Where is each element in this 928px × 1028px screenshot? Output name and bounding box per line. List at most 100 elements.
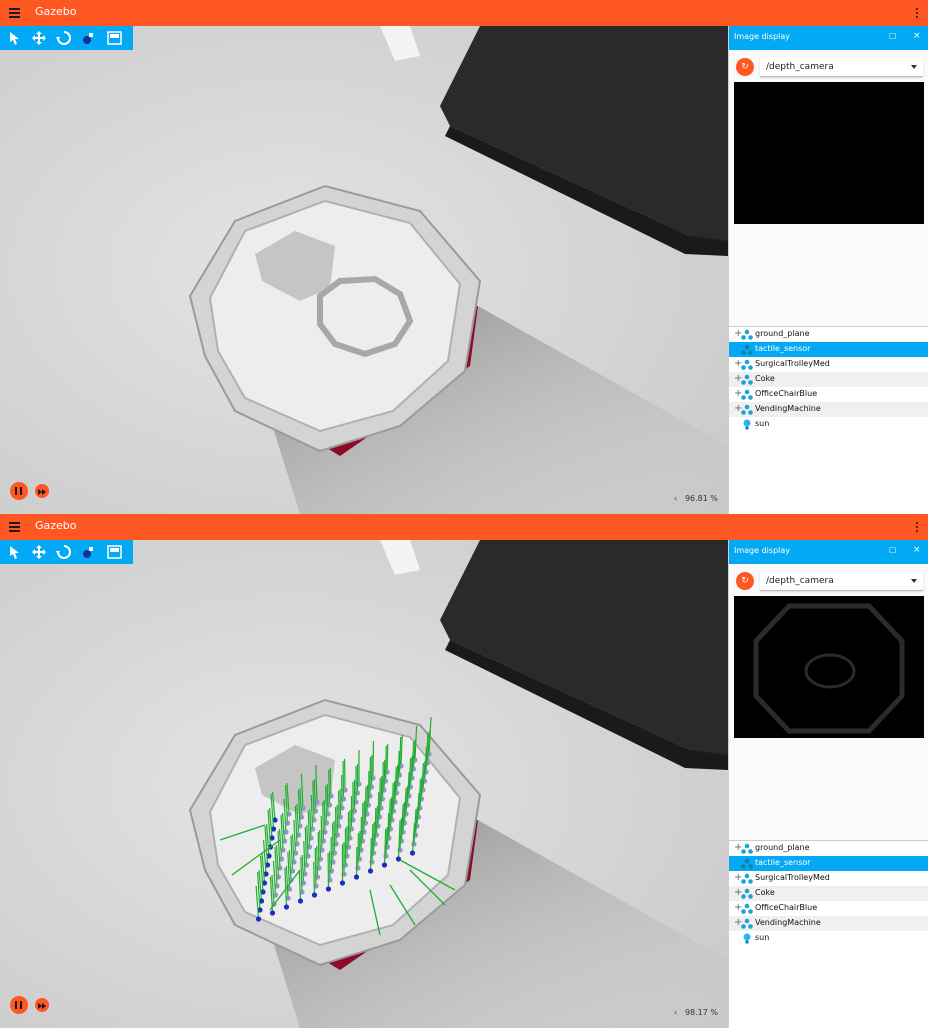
translate-tool-icon[interactable]: [30, 543, 48, 561]
entity-row[interactable]: + ground_plane: [729, 327, 928, 342]
translate-tool-icon[interactable]: [30, 29, 48, 47]
step-button[interactable]: [35, 998, 49, 1012]
more-options-icon[interactable]: [914, 518, 920, 536]
entity-label: SurgicalTrolleyMed: [755, 359, 830, 368]
entity-row[interactable]: + Coke: [729, 886, 928, 901]
entity-label: Coke: [755, 888, 775, 897]
entity-label: tactile_sensor: [755, 344, 811, 353]
contact-point: [367, 868, 374, 874]
contact-force-line: [383, 759, 386, 791]
entity-label: sun: [755, 419, 770, 428]
entity-row[interactable]: sun: [729, 417, 928, 432]
refresh-button[interactable]: ↻: [736, 58, 754, 76]
contact-point: [353, 874, 360, 880]
model-icon: [741, 843, 753, 854]
entity-row[interactable]: + SurgicalTrolleyMed: [729, 871, 928, 886]
transform-control-icon[interactable]: [80, 543, 98, 561]
contact-point: [409, 850, 416, 856]
depth-octagon-image: [753, 603, 905, 734]
entity-tree: + ground_plane tactile_sensor + Surgical…: [729, 840, 928, 1028]
contact-point: [283, 904, 290, 910]
contact-point: [311, 892, 318, 898]
model-icon: [741, 329, 753, 340]
model-icon: [741, 888, 753, 899]
contact-force-line: [374, 807, 377, 845]
entity-row[interactable]: + OfficeChairBlue: [729, 901, 928, 916]
scene-toolbar: [0, 26, 133, 50]
maximize-icon[interactable]: ☐: [889, 32, 896, 41]
topic-dropdown[interactable]: /depth_camera: [760, 571, 923, 591]
entity-label: VendingMachine: [755, 918, 821, 927]
title-bar: Gazebo: [0, 0, 928, 26]
grid-icon[interactable]: [106, 543, 124, 561]
entity-row-selected[interactable]: tactile_sensor: [729, 342, 928, 357]
contact-force-line: [325, 785, 328, 824]
select-tool-icon[interactable]: [6, 543, 24, 561]
entity-label: tactile_sensor: [755, 858, 811, 867]
scene-render: [0, 26, 728, 514]
contact-force-line: [328, 769, 331, 806]
contact-point: [269, 910, 276, 916]
rotate-tool-icon[interactable]: [55, 29, 73, 47]
3d-scene-viewport[interactable]: ‹ 96.81 %: [0, 26, 728, 514]
app-title: Gazebo: [35, 5, 77, 18]
contact-force-line: [378, 777, 381, 818]
gazebo-window-before: Gazebo ‹ 96.81 % Image display ☐ × ↻ /de…: [0, 0, 928, 514]
3d-scene-viewport[interactable]: ‹ 98.17 %: [0, 540, 728, 1028]
light-bulb-icon: [743, 933, 751, 944]
step-button[interactable]: [35, 484, 49, 498]
stats-collapse-icon[interactable]: ‹: [674, 494, 677, 503]
contact-force-line: [369, 837, 372, 872]
entity-label: OfficeChairBlue: [755, 389, 818, 398]
contact-point: [381, 862, 388, 868]
entity-row[interactable]: + OfficeChairBlue: [729, 387, 928, 402]
contact-force-line: [323, 799, 326, 833]
contact-force-line: [329, 767, 332, 797]
entity-tree: + ground_plane tactile_sensor + Surgical…: [729, 326, 928, 514]
contact-force-line: [314, 847, 317, 887]
more-options-icon[interactable]: [914, 4, 920, 22]
depth-image-view: [734, 596, 924, 738]
model-icon: [741, 918, 753, 929]
entity-row[interactable]: + VendingMachine: [729, 916, 928, 931]
hamburger-menu-icon[interactable]: [6, 4, 24, 22]
contact-force-line: [313, 861, 316, 896]
transform-control-icon[interactable]: [80, 29, 98, 47]
entity-label: OfficeChairBlue: [755, 903, 818, 912]
rotate-tool-icon[interactable]: [55, 543, 73, 561]
contact-force-line: [377, 791, 380, 827]
entity-label: VendingMachine: [755, 404, 821, 413]
image-display-header: Image display ☐ ×: [729, 26, 928, 50]
refresh-button[interactable]: ↻: [736, 572, 754, 590]
refresh-icon: ↻: [741, 62, 749, 72]
contact-point: [411, 841, 417, 847]
contact-point: [255, 916, 262, 922]
pause-button[interactable]: [10, 996, 28, 1014]
select-tool-icon[interactable]: [6, 29, 24, 47]
entity-row[interactable]: sun: [729, 931, 928, 946]
stats-collapse-icon[interactable]: ‹: [674, 1008, 677, 1017]
close-icon[interactable]: ×: [913, 31, 921, 41]
model-icon: [741, 873, 753, 884]
close-icon[interactable]: ×: [913, 545, 921, 555]
scene-render: [0, 540, 728, 1028]
pause-button[interactable]: [10, 482, 28, 500]
refresh-icon: ↻: [741, 576, 749, 586]
right-panel: Image display ☐ × ↻ /depth_camera + grou…: [728, 26, 928, 514]
grid-icon[interactable]: [106, 29, 124, 47]
entity-row[interactable]: + VendingMachine: [729, 402, 928, 417]
model-icon: [741, 374, 753, 385]
entity-label: ground_plane: [755, 843, 810, 852]
hamburger-menu-icon[interactable]: [6, 518, 24, 536]
maximize-icon[interactable]: ☐: [889, 546, 896, 555]
contact-force-line: [326, 783, 329, 815]
contact-force-line: [386, 743, 389, 773]
entity-row[interactable]: + Coke: [729, 372, 928, 387]
entity-row-selected[interactable]: tactile_sensor: [729, 856, 928, 871]
entity-row[interactable]: + SurgicalTrolleyMed: [729, 357, 928, 372]
entity-row[interactable]: + ground_plane: [729, 841, 928, 856]
contact-point: [339, 880, 346, 886]
step-icon: [38, 1003, 46, 1009]
contact-force-line: [322, 801, 325, 842]
topic-dropdown[interactable]: /depth_camera: [760, 57, 923, 77]
